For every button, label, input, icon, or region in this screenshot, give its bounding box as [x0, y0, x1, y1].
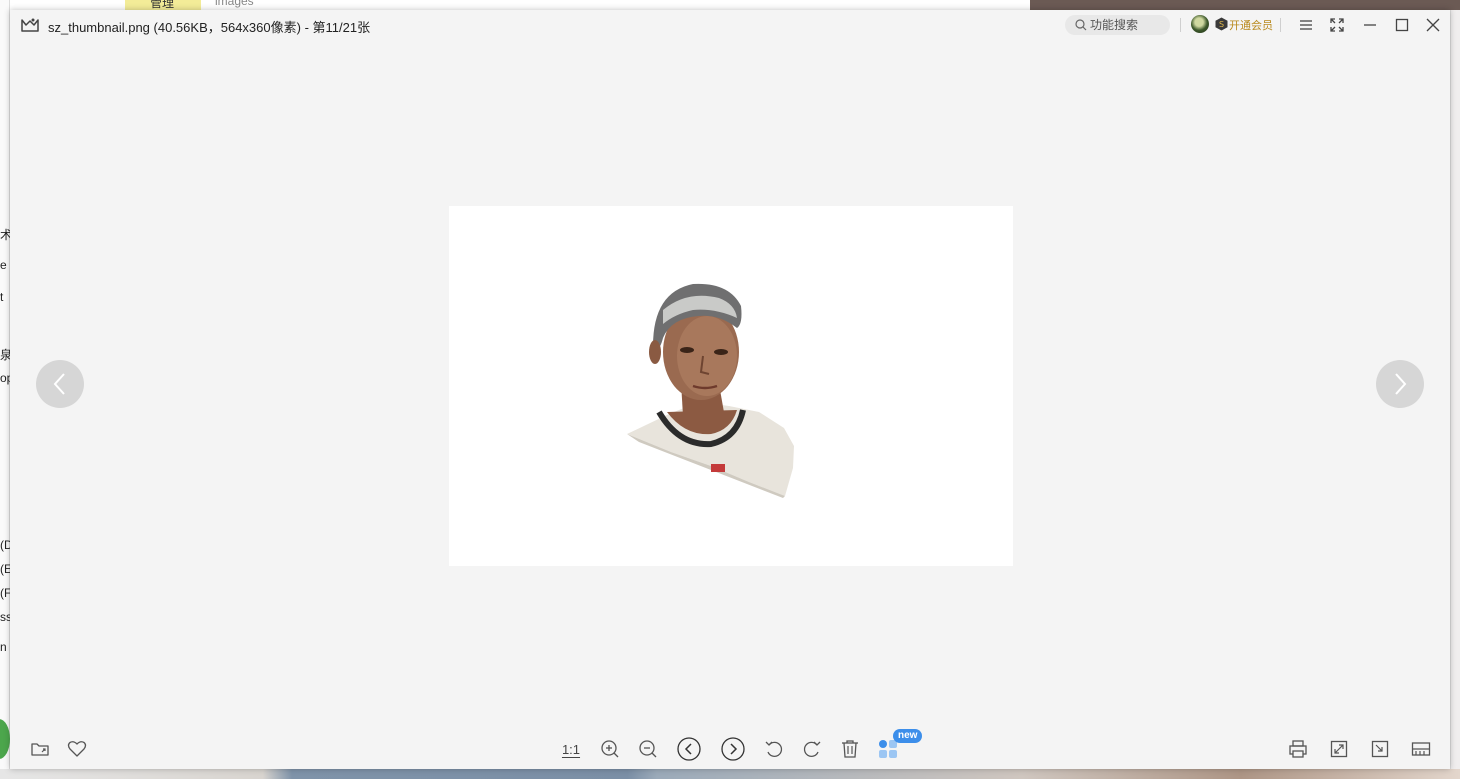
- svg-text:S: S: [1219, 20, 1224, 29]
- prev-circle-icon: [677, 737, 701, 761]
- search-icon: [1075, 19, 1087, 31]
- title-filename: sz_thumbnail.png: [48, 20, 150, 35]
- zoom-in-button[interactable]: [598, 737, 622, 761]
- rotate-left-icon: [765, 741, 783, 757]
- image-viewer-window: sz_thumbnail.png (40.56KB，564x360像素) - 第…: [10, 10, 1450, 769]
- close-button[interactable]: [1423, 15, 1443, 35]
- avatar[interactable]: [1191, 15, 1209, 33]
- rotate-left-button[interactable]: [762, 737, 786, 761]
- new-badge: new: [893, 729, 923, 743]
- fullscreen-icon: [1330, 18, 1344, 32]
- print-icon: [1289, 740, 1307, 758]
- title-info: (40.56KB，564x360像素): [153, 20, 301, 35]
- vip-icon[interactable]: S: [1215, 17, 1228, 31]
- prev-arrow-icon: [53, 373, 65, 395]
- filmstrip-icon: [1411, 742, 1431, 756]
- feature-search[interactable]: [1065, 15, 1170, 35]
- open-folder-icon: [31, 743, 49, 756]
- actual-size-button[interactable]: 1:1: [559, 737, 583, 761]
- background-wallpaper: [1030, 0, 1460, 10]
- divider: [1280, 18, 1281, 32]
- bg-folder-label: images: [215, 0, 254, 8]
- maximize-icon: [1395, 18, 1409, 32]
- filmstrip-button[interactable]: [1409, 737, 1433, 761]
- expand-button[interactable]: [1327, 737, 1351, 761]
- next-circle-icon: [721, 737, 745, 761]
- heart-icon: [67, 741, 87, 757]
- menu-icon: [1300, 20, 1312, 30]
- fullscreen-button[interactable]: [1327, 15, 1347, 35]
- fit-window-icon: [1371, 740, 1389, 758]
- rotate-right-button[interactable]: [800, 737, 824, 761]
- next-arrow-icon: [1395, 373, 1407, 395]
- previous-button[interactable]: [677, 737, 701, 761]
- portrait-image: [627, 283, 794, 498]
- maximize-button[interactable]: [1392, 15, 1412, 35]
- titlebar[interactable]: sz_thumbnail.png (40.56KB，564x360像素) - 第…: [10, 10, 1450, 40]
- minimize-icon: [1364, 24, 1376, 26]
- favorite-button[interactable]: [65, 737, 89, 761]
- zoom-out-button[interactable]: [636, 737, 660, 761]
- fit-window-button[interactable]: [1368, 737, 1392, 761]
- search-input[interactable]: [1090, 18, 1170, 32]
- bg-text: e: [0, 258, 7, 272]
- trash-icon: [842, 740, 858, 758]
- prev-image-button[interactable]: [36, 360, 84, 408]
- image-icon: [21, 18, 39, 32]
- expand-icon: [1330, 740, 1348, 758]
- window-title: sz_thumbnail.png (40.56KB，564x360像素) - 第…: [48, 17, 370, 36]
- open-folder-button[interactable]: [28, 737, 52, 761]
- next-image-button[interactable]: [1376, 360, 1424, 408]
- vip-link[interactable]: 开通会员: [1229, 17, 1273, 33]
- background-window-right: [1450, 10, 1460, 779]
- bg-text: t: [0, 290, 4, 304]
- background-window-top: 管理 images: [10, 0, 1030, 10]
- zoom-in-icon: [601, 740, 619, 758]
- delete-button[interactable]: [838, 737, 862, 761]
- next-button[interactable]: [721, 737, 745, 761]
- background-window-left: 术 e t 泉 op (D (E (F ss n: [0, 0, 13, 779]
- rotate-right-icon: [803, 741, 821, 757]
- close-icon: [1426, 18, 1440, 32]
- actual-size-label: 1:1: [561, 741, 581, 757]
- minimize-button[interactable]: [1360, 15, 1380, 35]
- displayed-image[interactable]: [449, 206, 1013, 566]
- print-button[interactable]: [1286, 737, 1310, 761]
- menu-button[interactable]: [1296, 15, 1316, 35]
- background-taskbar: [0, 769, 1460, 779]
- zoom-out-icon: [639, 740, 657, 758]
- bg-text: n: [0, 640, 7, 654]
- divider: [1180, 18, 1181, 32]
- title-position: - 第11/21张: [304, 20, 371, 35]
